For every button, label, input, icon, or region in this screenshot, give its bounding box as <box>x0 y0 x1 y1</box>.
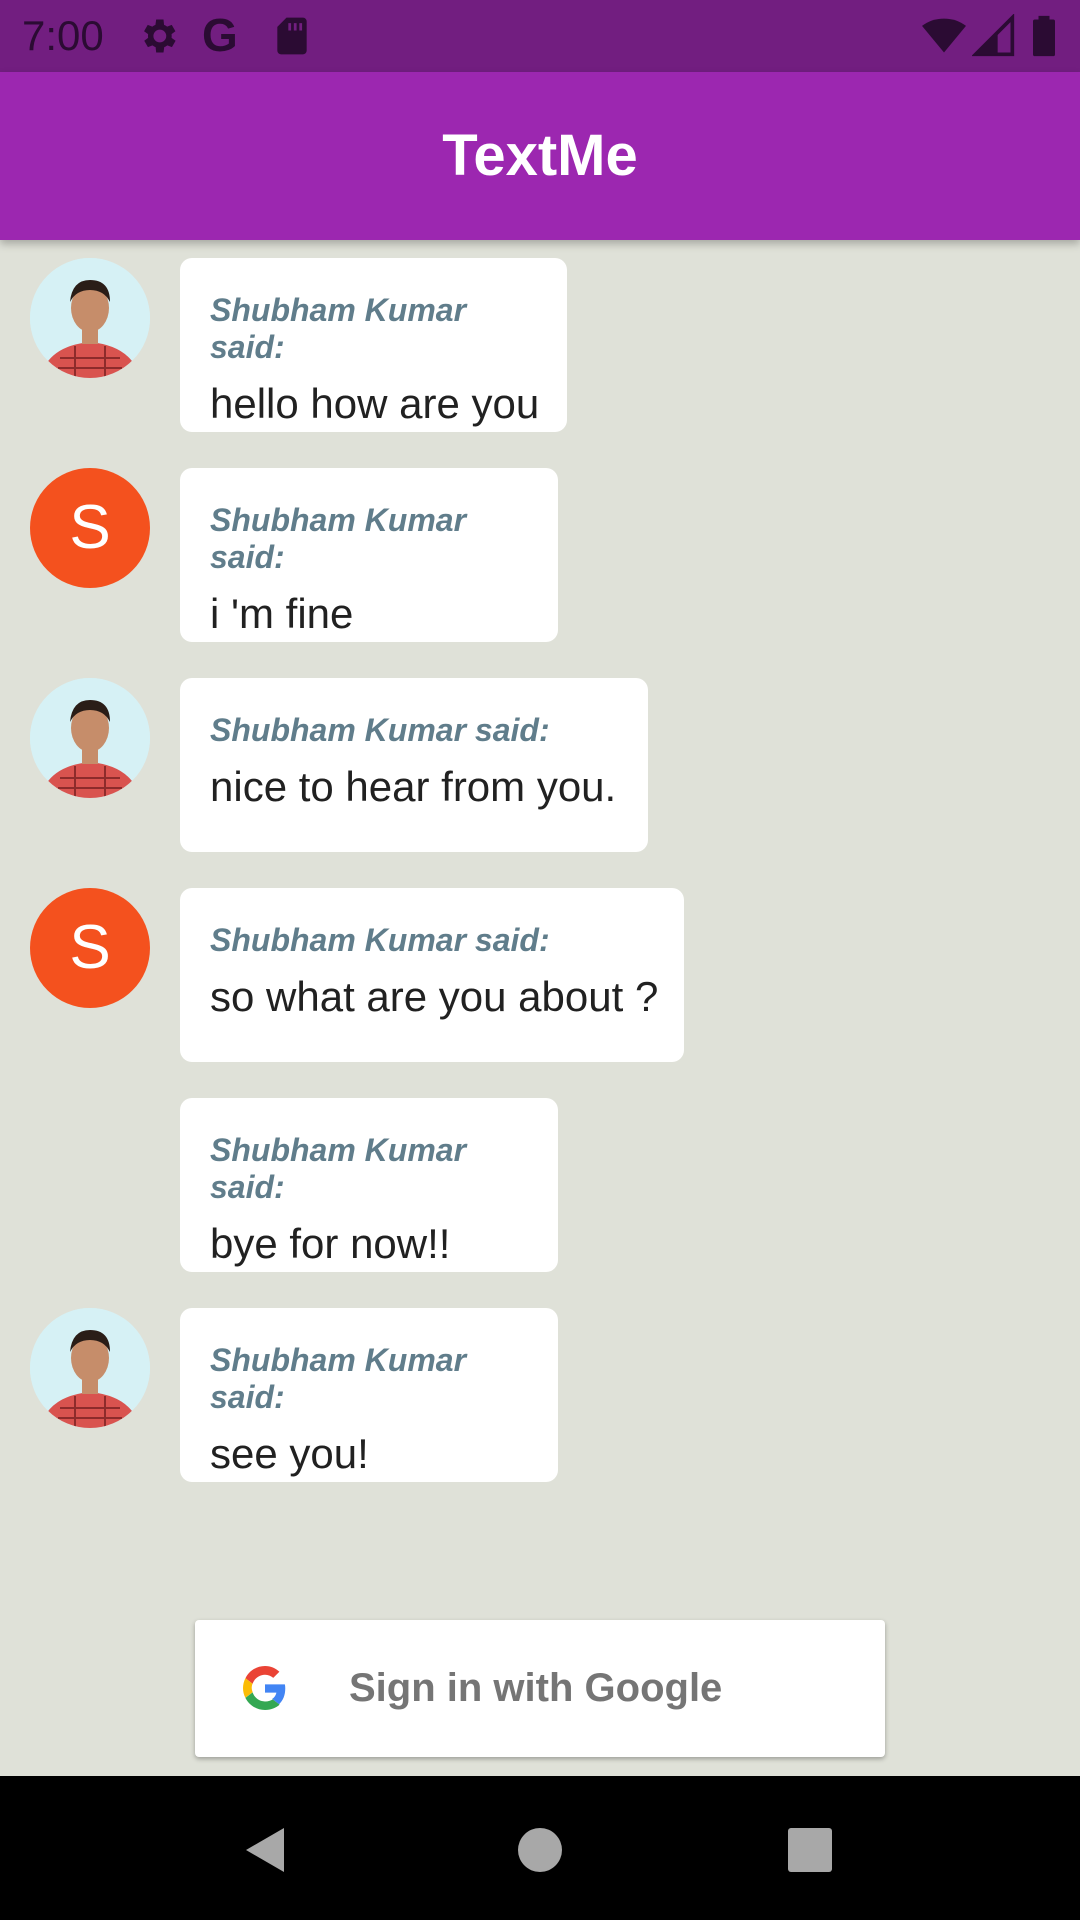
gear-icon <box>144 19 176 53</box>
message-item: S Shubham Kumar said: so what are you ab… <box>0 888 1080 1062</box>
back-icon[interactable] <box>240 1824 292 1876</box>
message-text: i 'm fine <box>210 590 354 637</box>
message-bubble: Shubham Kumar said: nice to hear from yo… <box>180 678 648 852</box>
status-time: 7:00 <box>22 12 104 59</box>
message-text: see you! <box>210 1430 369 1477</box>
google-g-icon: G <box>202 9 238 61</box>
google-logo-icon <box>243 1666 286 1710</box>
message-text: nice to hear from you. <box>210 763 617 810</box>
message-text: so what are you about ? <box>210 973 659 1020</box>
recents-icon[interactable] <box>784 1824 836 1876</box>
avatar: S <box>30 888 150 1008</box>
avatar <box>30 678 150 798</box>
user-photo-icon <box>30 258 150 378</box>
google-sign-in-button[interactable]: Sign in with Google <box>195 1620 885 1757</box>
sender-name: Shubham Kumar said: <box>210 1132 467 1205</box>
battery-icon <box>1033 15 1055 57</box>
avatar <box>30 258 150 378</box>
app-bar: TextMe <box>0 72 1080 240</box>
status-bar: 7:00 G <box>0 0 1080 72</box>
message-bubble: Shubham Kumar said: bye for now!! <box>180 1098 558 1272</box>
message-text: bye for now!! <box>210 1220 451 1267</box>
avatar <box>30 1308 150 1428</box>
message-bubble: Shubham Kumar said: see you! <box>180 1308 558 1482</box>
message-bubble: Shubham Kumar said: so what are you abou… <box>180 888 684 1062</box>
sender-name: Shubham Kumar said: <box>210 1342 467 1415</box>
message-item: Shubham Kumar said: hello how are you <box>0 258 1080 432</box>
sender-name: Shubham Kumar said: <box>210 502 467 575</box>
user-photo-icon <box>30 678 150 798</box>
avatar: S <box>30 468 150 588</box>
message-bubble: Shubham Kumar said: hello how are you <box>180 258 567 432</box>
signal-icon <box>972 14 1015 57</box>
message-item: S Shubham Kumar said: i 'm fine <box>0 468 1080 642</box>
message-item: Shubham Kumar said: nice to hear from yo… <box>0 678 1080 852</box>
message-item: Shubham Kumar said: see you! <box>0 1308 1080 1482</box>
message-item: Shubham Kumar said: bye for now!! <box>0 1098 1080 1272</box>
home-icon[interactable] <box>514 1824 566 1876</box>
sender-name: Shubham Kumar said: <box>210 712 550 748</box>
sender-name: Shubham Kumar said: <box>210 292 467 365</box>
wifi-icon <box>922 18 966 53</box>
message-bubble: Shubham Kumar said: i 'm fine <box>180 468 558 642</box>
user-photo-icon <box>30 1308 150 1428</box>
google-sign-in-label: Sign in with Google <box>349 1666 723 1710</box>
message-text: hello how are you <box>210 380 540 427</box>
navigation-bar <box>0 1776 1080 1920</box>
sd-card-icon <box>277 17 307 55</box>
sender-name: Shubham Kumar said: <box>210 922 550 958</box>
app-title: TextMe <box>442 123 638 188</box>
